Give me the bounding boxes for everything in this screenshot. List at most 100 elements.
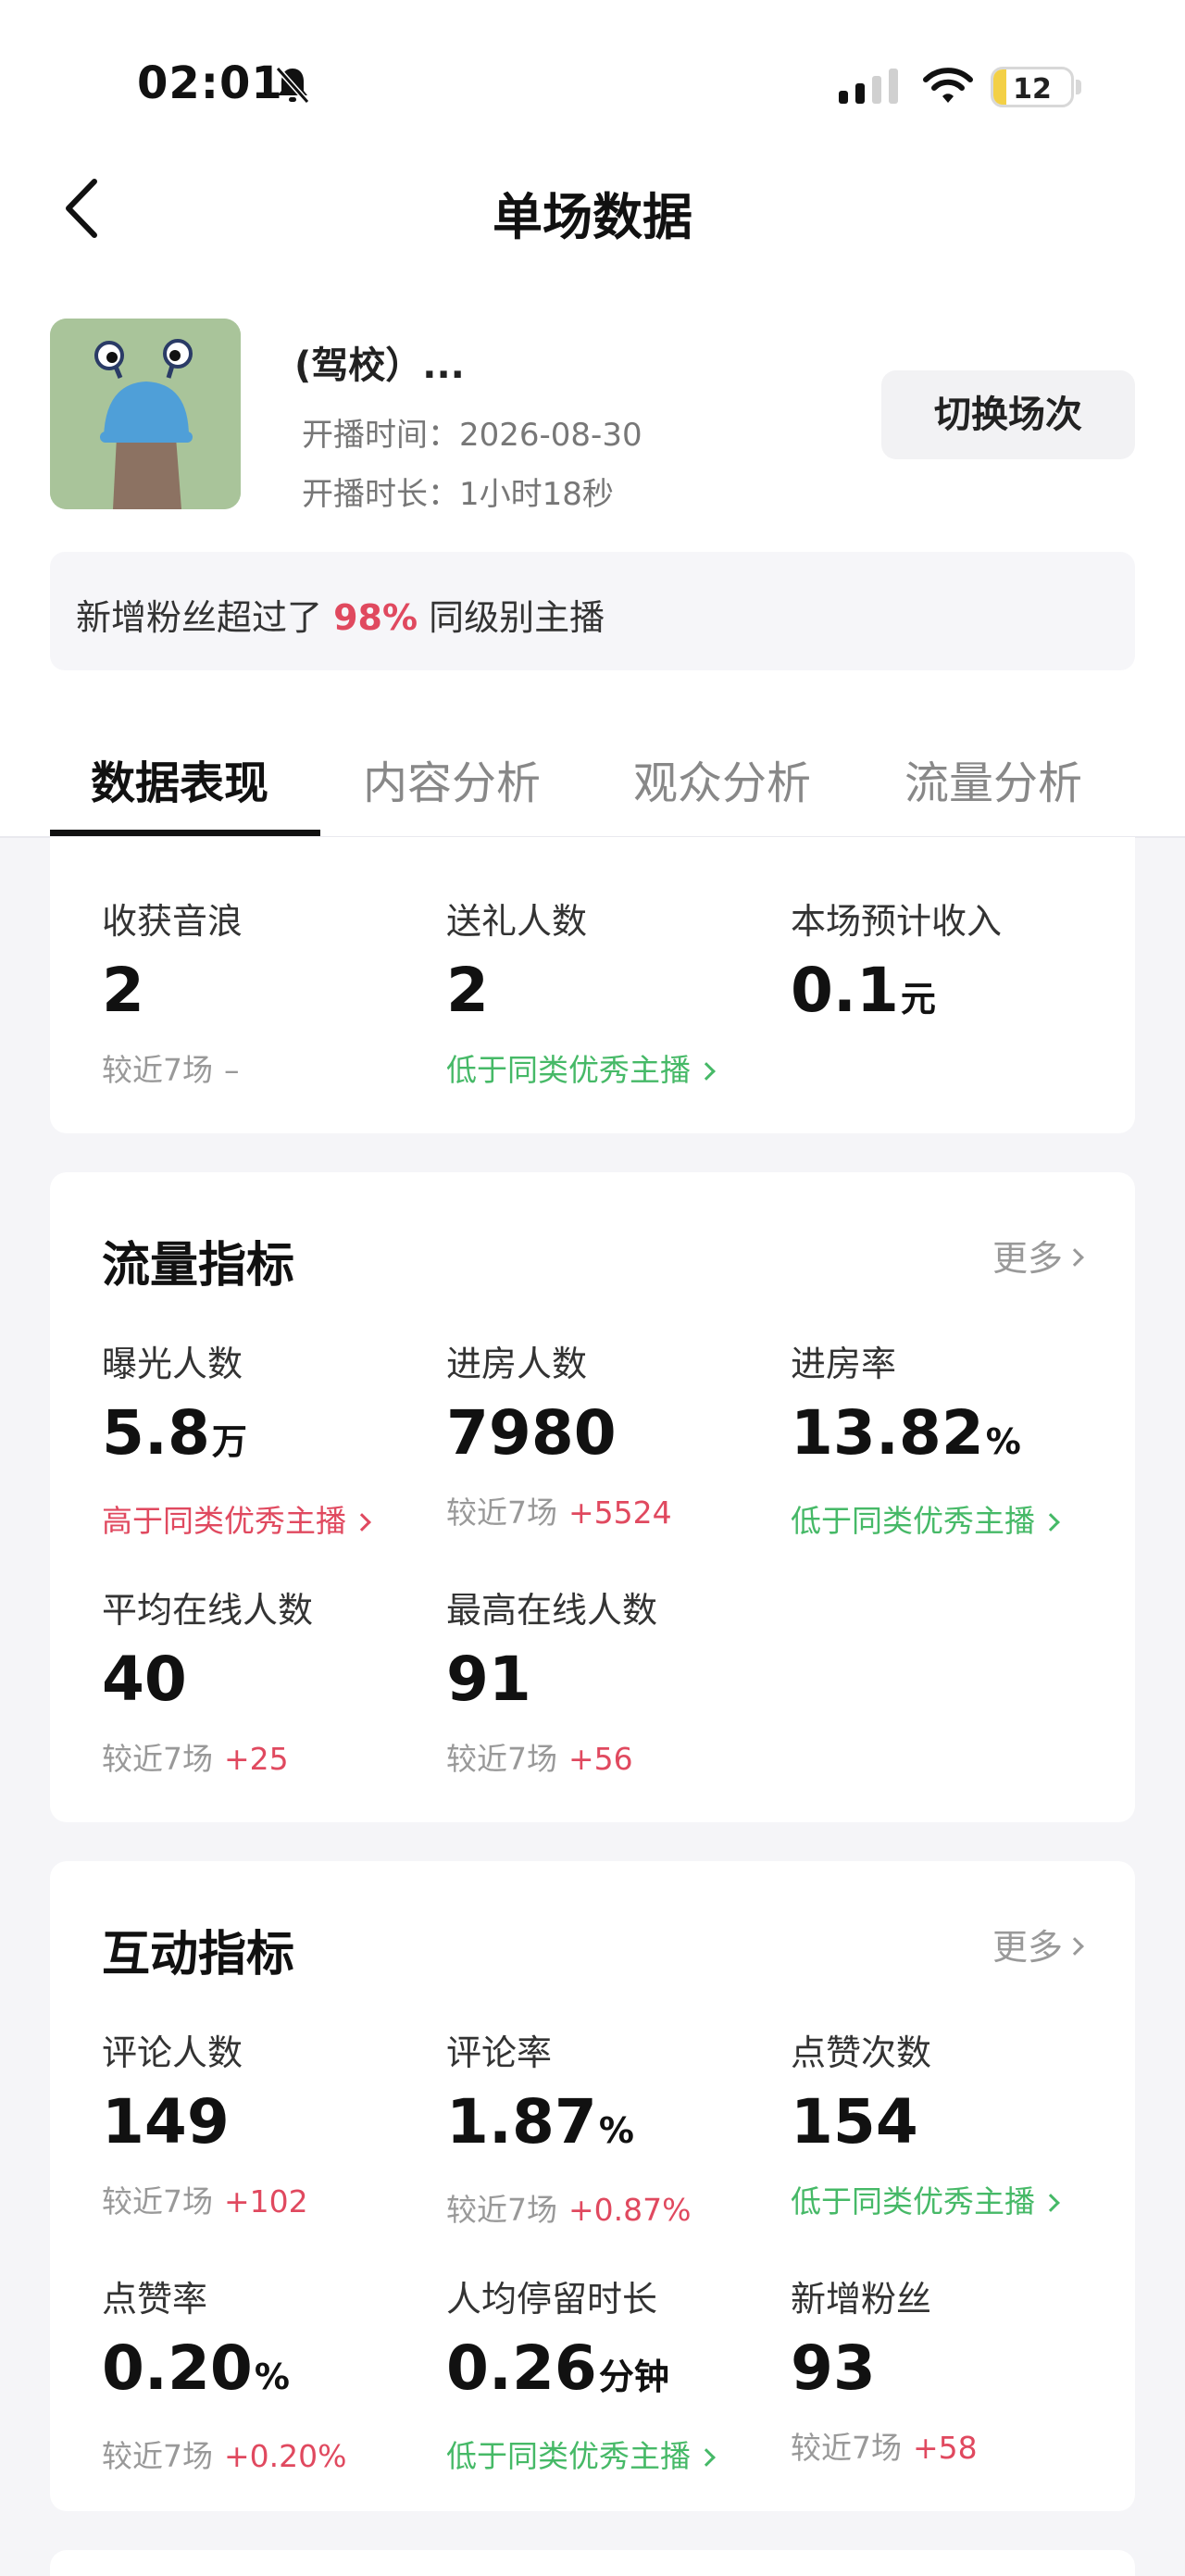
traffic-more-link[interactable]: 更多	[992, 1230, 1084, 1281]
compare-delta: +102	[224, 2183, 308, 2220]
banner-percent: 98%	[333, 597, 418, 638]
metric-value: 40	[102, 1647, 435, 1712]
metric-value: 13.82%	[791, 1401, 1124, 1474]
metric-unit: 元	[900, 979, 936, 1019]
metric-compare: 较近7场 +58	[791, 2423, 1124, 2468]
benchmark-text: 低于同类优秀主播	[446, 2438, 691, 2474]
chevron-right-icon	[1066, 1936, 1084, 1956]
banner-prefix: 新增粉丝超过了	[76, 597, 323, 638]
metric-number: 7980	[446, 1397, 617, 1469]
metric-value: 5.8万	[102, 1401, 435, 1474]
metric-likes: 点赞次数 154 低于同类优秀主播	[791, 2024, 1124, 2221]
battery-indicator: 12	[991, 67, 1074, 107]
traffic-card-title: 流量指标	[102, 1238, 295, 1294]
metric-avg-online: 平均在线人数 40 较近7场 +25	[102, 1582, 435, 1779]
metric-value: 0.20%	[102, 2336, 435, 2409]
metric-value: 2	[102, 958, 435, 1023]
metric-number: 1.87	[446, 2086, 597, 2157]
chevron-right-icon	[697, 2448, 716, 2467]
metric-value: 149	[102, 2090, 435, 2155]
metric-avg-watch-time: 人均停留时长 0.26分钟 低于同类优秀主播	[446, 2270, 780, 2476]
metric-unit: %	[254, 2357, 290, 2397]
metric-value: 1.87%	[446, 2090, 780, 2163]
compare-label: 较近7场	[446, 1741, 557, 1777]
compare-delta: +25	[224, 1741, 289, 1777]
next-card-peek	[50, 2550, 1135, 2576]
benchmark-link[interactable]: 低于同类优秀主播	[446, 1045, 780, 1090]
interaction-metrics-card: 互动指标 更多 评论人数 149 较近7场 +102 评论率 1.87% 较近7场…	[50, 1861, 1135, 2511]
benchmark-text: 低于同类优秀主播	[791, 1503, 1035, 1539]
compare-label: 较近7场	[446, 2192, 557, 2228]
chevron-right-icon	[697, 1062, 716, 1081]
metric-compare: 较近7场 +25	[102, 1734, 435, 1779]
metric-number: 91	[446, 1644, 531, 1715]
compare-delta: +58	[913, 2430, 978, 2466]
compare-label: 较近7场	[102, 1741, 213, 1777]
banner-suffix: 同级别主播	[429, 597, 605, 638]
benchmark-link[interactable]: 低于同类优秀主播	[791, 1496, 1124, 1541]
benchmark-link[interactable]: 高于同类优秀主播	[102, 1496, 435, 1541]
wifi-icon	[923, 68, 973, 103]
metric-compare: 较近7场 –	[102, 1045, 435, 1090]
duration-value: 1小时18秒	[459, 476, 614, 513]
compare-delta: +0.87%	[568, 2192, 692, 2228]
compare-label: 较近7场	[102, 2183, 213, 2220]
metric-number: 93	[791, 2332, 876, 2404]
page-title: 单场数据	[493, 188, 692, 246]
active-tab-indicator	[50, 830, 320, 836]
metric-value: 7980	[446, 1401, 780, 1466]
compare-label: 较近7场	[102, 2438, 213, 2474]
metric-value: 91	[446, 1647, 780, 1712]
metric-compare: 较近7场 +56	[446, 1734, 780, 1779]
tab-audience-analysis[interactable]: 观众分析	[633, 746, 811, 811]
benchmark-text: 低于同类优秀主播	[446, 1052, 691, 1088]
interaction-more-link[interactable]: 更多	[992, 1919, 1084, 1970]
compare-delta: +56	[568, 1741, 633, 1777]
metric-unit: %	[598, 2110, 634, 2151]
metric-number: 0.1	[791, 955, 899, 1026]
summary-card: 收获音浪 2 较近7场 – 送礼人数 2 低于同类优秀主播 本场预计收入 0.1元	[50, 837, 1135, 1133]
metric-number: 2	[446, 955, 489, 1026]
start-time: 开播时间：2026-08-30	[302, 409, 642, 455]
metric-label: 本场预计收入	[791, 901, 1003, 942]
tab-traffic-analysis[interactable]: 流量分析	[904, 746, 1082, 811]
metric-compare: 较近7场 +102	[102, 2177, 435, 2221]
chevron-right-icon	[353, 1513, 371, 1532]
metric-number: 2	[102, 955, 144, 1026]
metric-compare: 较近7场 +0.20%	[102, 2432, 435, 2476]
status-time: 02:01	[137, 57, 283, 109]
metric-entry-rate: 进房率 13.82% 低于同类优秀主播	[791, 1335, 1124, 1541]
metric-label: 送礼人数	[446, 901, 588, 942]
interaction-card-title: 互动指标	[102, 1927, 295, 1982]
switch-session-button[interactable]: 切换场次	[881, 370, 1135, 459]
tab-content-analysis[interactable]: 内容分析	[363, 746, 541, 811]
metric-number: 40	[102, 1644, 187, 1715]
room-name: (驾校）...	[294, 344, 465, 387]
metric-value: 154	[791, 2090, 1124, 2155]
tab-data-performance[interactable]: 数据表现	[91, 746, 268, 811]
benchmark-link[interactable]: 低于同类优秀主播	[791, 2177, 1124, 2221]
metric-number: 149	[102, 2086, 230, 2157]
metric-label: 评论率	[446, 2032, 553, 2073]
benchmark-link[interactable]: 低于同类优秀主播	[446, 2432, 780, 2476]
metric-unit: %	[985, 1421, 1021, 1462]
metric-room-entries: 进房人数 7980 较近7场 +5524	[446, 1335, 780, 1532]
compare-delta: +0.20%	[224, 2438, 347, 2474]
cellular-signal-icon	[839, 69, 898, 104]
metric-comment-rate: 评论率 1.87% 较近7场 +0.87%	[446, 2024, 780, 2230]
metric-label: 点赞次数	[791, 2032, 932, 2073]
metric-estimated-income: 本场预计收入 0.1元	[791, 893, 1124, 1032]
silent-bell-icon	[275, 67, 310, 104]
chevron-right-icon	[1042, 2194, 1060, 2212]
metric-new-followers: 新增粉丝 93 较近7场 +58	[791, 2270, 1124, 2468]
streamer-avatar[interactable]	[50, 319, 241, 509]
benchmark-text: 高于同类优秀主播	[102, 1503, 346, 1539]
metric-number: 0.26	[446, 2332, 597, 2404]
metric-number: 13.82	[791, 1397, 984, 1469]
compare-delta: –	[224, 1052, 240, 1088]
battery-tip	[1076, 80, 1081, 94]
metric-like-rate: 点赞率 0.20% 较近7场 +0.20%	[102, 2270, 435, 2476]
metric-value: 93	[791, 2336, 1124, 2401]
chevron-right-icon	[1042, 1513, 1060, 1532]
compare-delta: +5524	[568, 1494, 672, 1531]
